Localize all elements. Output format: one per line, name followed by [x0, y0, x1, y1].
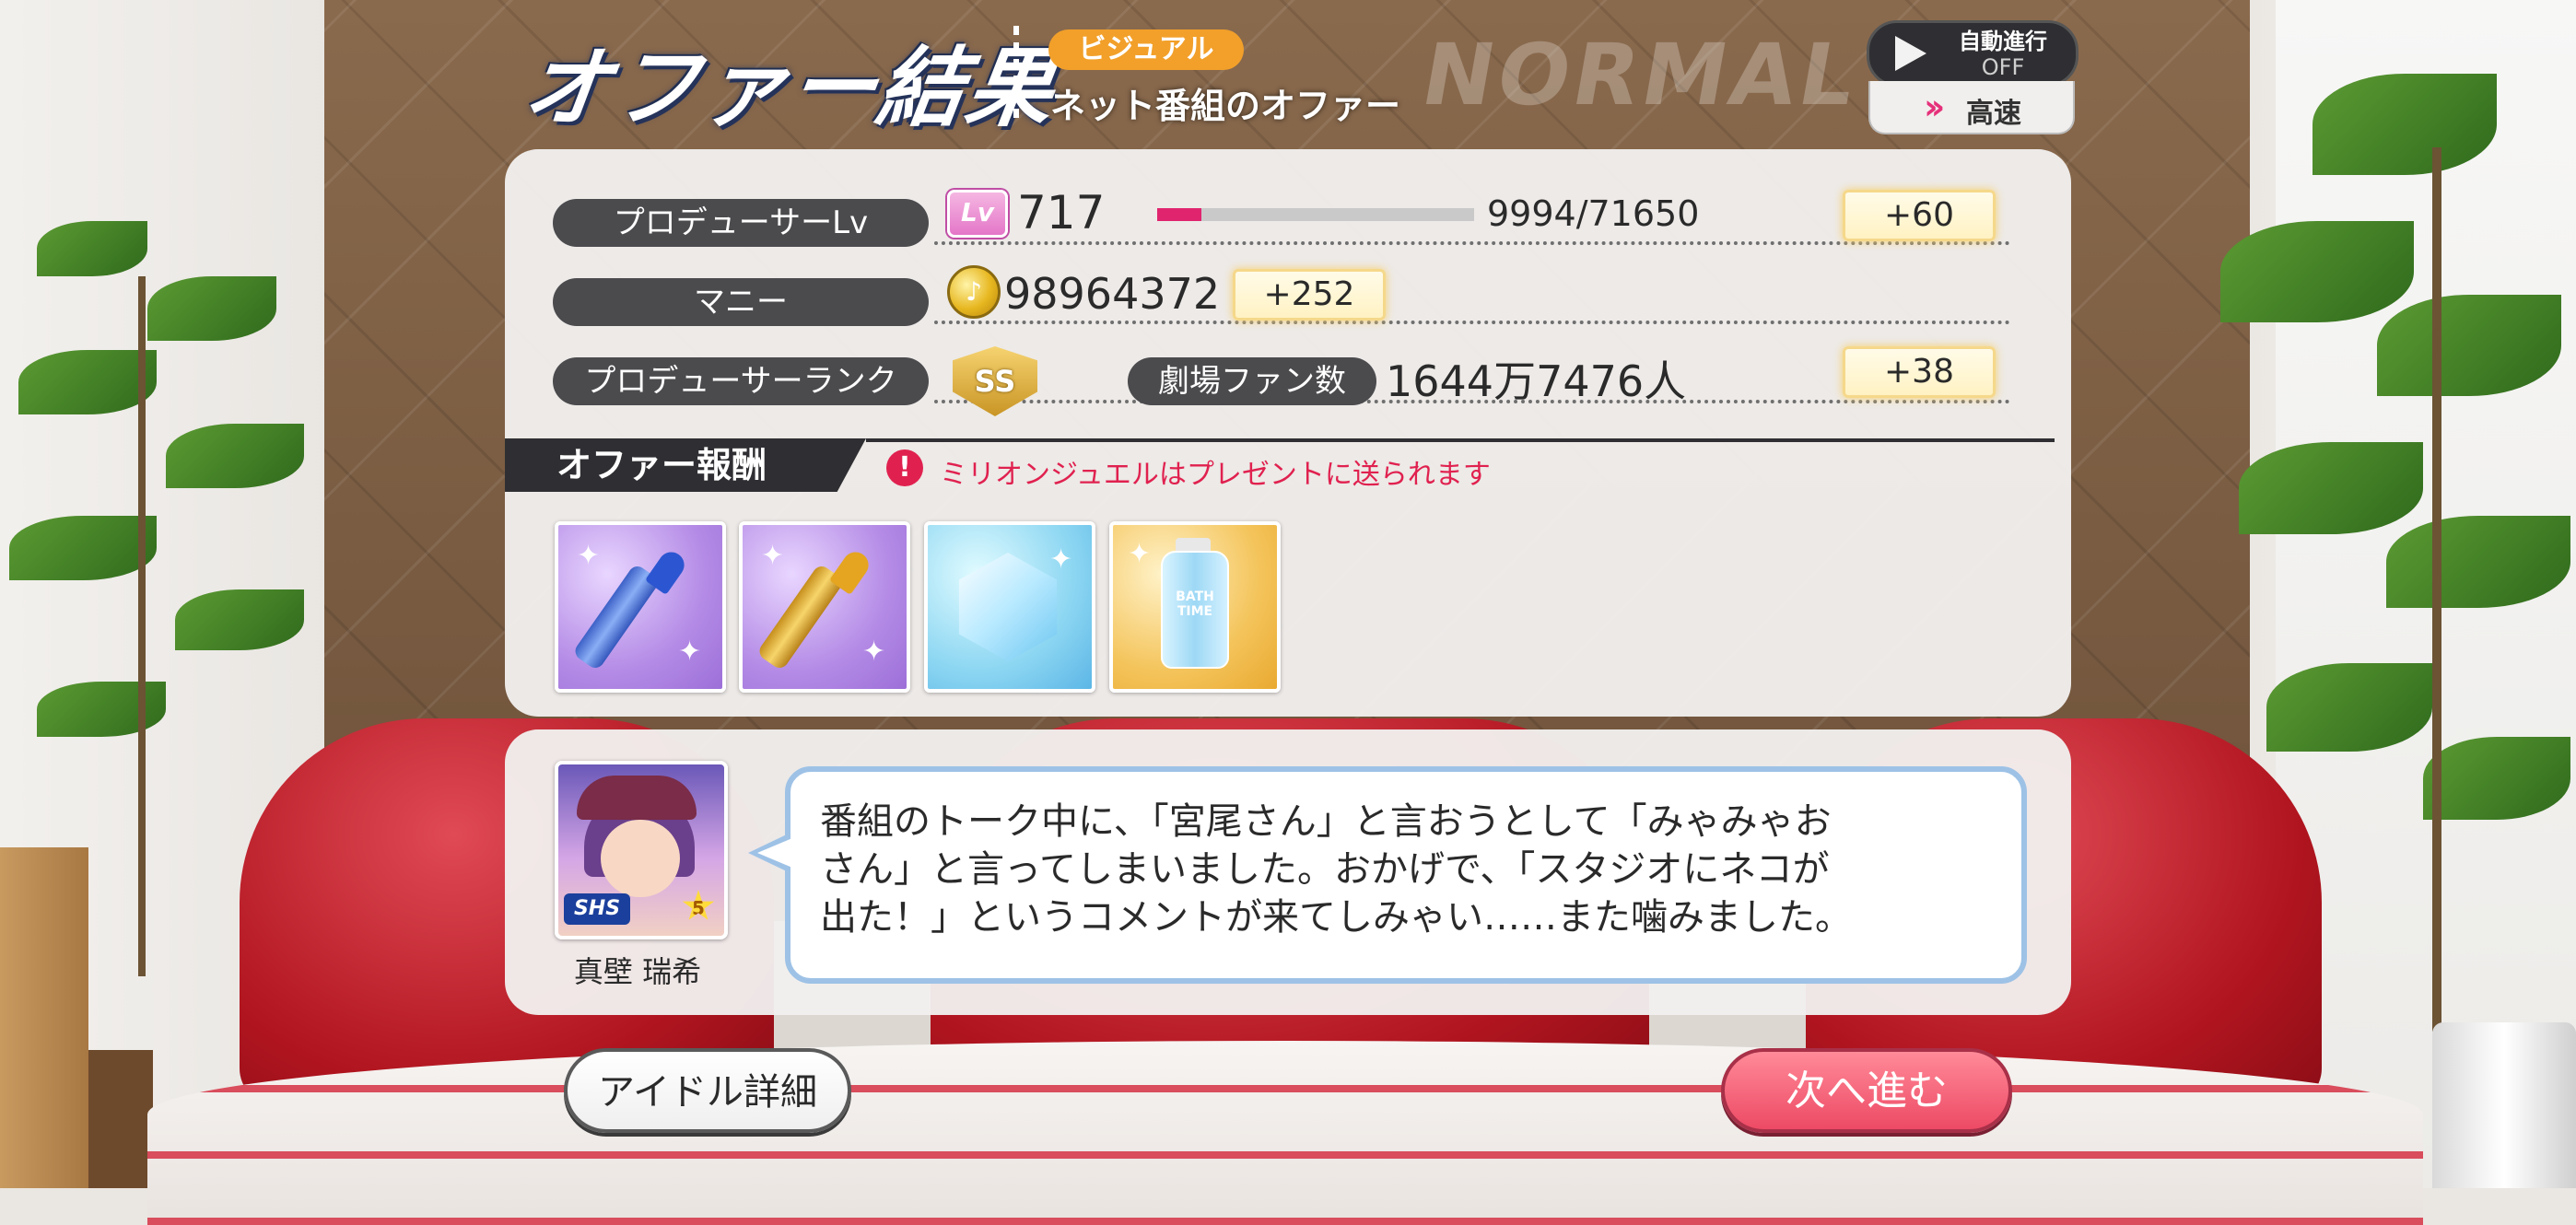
round-table: [147, 1041, 2423, 1225]
money-gain-badge: +252: [1233, 269, 1386, 321]
page-title: オファー結果: [517, 39, 1062, 139]
gem-icon: [958, 553, 1058, 661]
idol-type-badge: SHS: [564, 893, 630, 925]
exp-progress-bar: [1157, 208, 1474, 221]
next-button[interactable]: 次へ進む: [1721, 1048, 2012, 1133]
reward-item-crystal-gem[interactable]: ✦: [924, 521, 1095, 693]
dialog-text: 番組のトーク中に、「宮尾さん」と言おうとして「みゃみゃお さん」と言ってしまいま…: [820, 800, 1852, 939]
auto-advance-label: 自動進行: [1959, 29, 2047, 54]
idol-card[interactable]: SHS 5: [555, 761, 728, 939]
sparkle-icon: ✦: [761, 540, 785, 572]
reward-section-header: オファー報酬: [505, 438, 866, 492]
level-icon: Lv: [947, 190, 1008, 238]
money-label: マニー: [553, 278, 929, 326]
sparkle-icon: ✦: [1128, 538, 1152, 570]
theater-fans-value: 1644万7476人: [1386, 356, 1687, 406]
reward-item-blue-lipstick[interactable]: ✦ ✦: [555, 521, 726, 693]
auto-advance-button[interactable]: 自動進行 OFF: [1867, 20, 2078, 87]
producer-level-value: 717: [1017, 186, 1106, 239]
sparkle-icon: ✦: [577, 540, 601, 572]
coin-icon: ♪: [947, 265, 1001, 319]
sparkle-icon: ✦: [862, 636, 886, 668]
sparkle-icon: ✦: [678, 636, 702, 668]
category-badge: ビジュアル: [1048, 29, 1244, 70]
play-icon: [1895, 36, 1926, 71]
idol-portrait: [601, 820, 680, 897]
idol-detail-button[interactable]: アイドル詳細: [564, 1048, 851, 1133]
row-divider: [934, 321, 2010, 324]
idol-name: 真壁 瑞希: [573, 954, 702, 989]
right-pot: [2432, 1022, 2576, 1188]
star-icon: 5: [682, 890, 715, 920]
producer-rank-label: プロデューサーランク: [553, 357, 929, 405]
row-divider: [934, 241, 2010, 245]
reward-section-line: [866, 438, 2055, 442]
speed-button[interactable]: ›› 高速: [1868, 81, 2075, 134]
reward-item-bath-bottle[interactable]: BATH TIME ✦: [1109, 521, 1281, 693]
title-divider: [1013, 26, 1019, 122]
offer-name: ネット番組のオファー: [1050, 86, 1401, 126]
exp-text: 9994/71650: [1487, 193, 1700, 234]
level-gain-badge: +60: [1843, 190, 1996, 241]
speed-label: 高速: [1966, 98, 2021, 130]
bottle-label: BATH TIME: [1176, 589, 1214, 619]
reward-notice: ミリオンジュエルはプレゼントに送られます: [940, 459, 1491, 491]
difficulty-label: NORMAL: [1414, 26, 1867, 124]
reward-item-gold-lipstick[interactable]: ✦ ✦: [739, 521, 910, 693]
exp-progress-fill: [1157, 208, 1201, 221]
theater-fans-label: 劇場ファン数: [1128, 357, 1376, 405]
auto-advance-state: OFF: [1981, 54, 2025, 80]
producer-level-label: プロデューサーLv: [553, 199, 929, 247]
idol-hat: [577, 776, 697, 820]
fans-gain-badge: +38: [1843, 346, 1996, 398]
left-planter: [88, 1050, 153, 1188]
money-value: 98964372: [1004, 269, 1221, 319]
double-chevron-right-icon: ››: [1924, 87, 1946, 127]
alert-icon: !: [886, 449, 923, 486]
sparkle-icon: ✦: [1049, 543, 1073, 576]
bottle-icon: BATH TIME: [1161, 551, 1229, 669]
